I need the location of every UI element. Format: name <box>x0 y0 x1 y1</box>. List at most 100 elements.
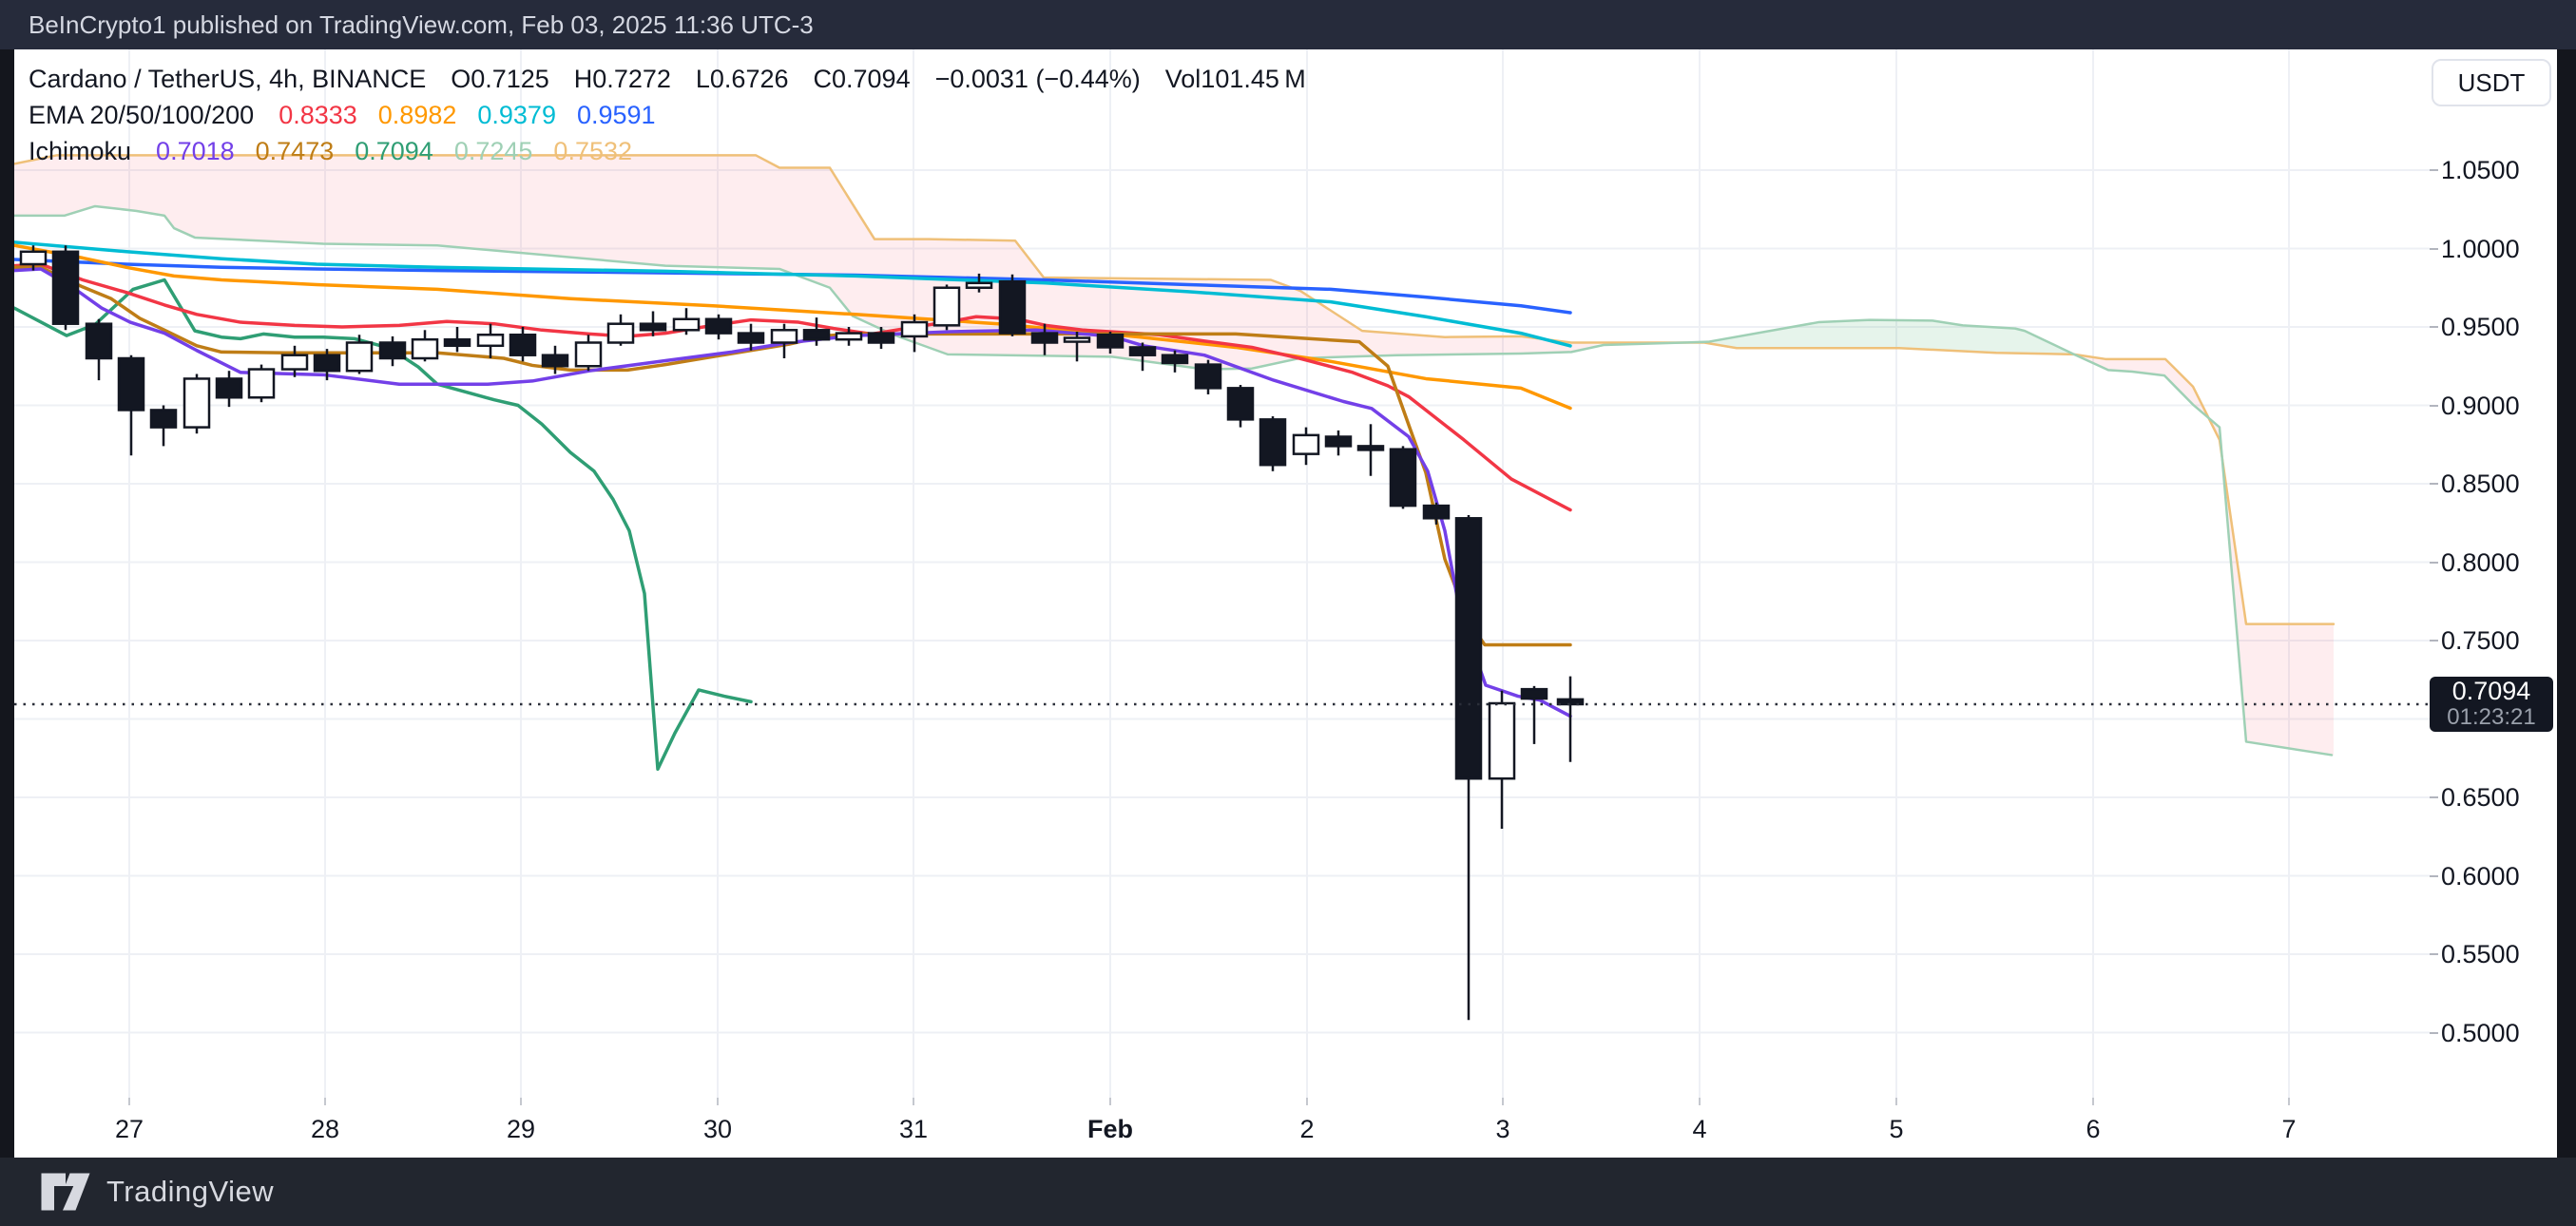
chart-plot-area[interactable] <box>14 49 2430 1098</box>
time-tick <box>1699 1098 1701 1105</box>
ohlc-token-6: Vol101.45 M <box>1165 65 1306 94</box>
time-tick <box>1895 1098 1897 1105</box>
price-label-0.5500: 0.5500 <box>2441 939 2520 969</box>
page-edge-left <box>0 49 14 1158</box>
ema-value-1: 0.8982 <box>378 101 457 130</box>
current-price-value: 0.7094 <box>2452 678 2531 705</box>
bar-countdown-timer: 01:23:21 <box>2447 705 2535 730</box>
candle-body <box>1228 388 1253 419</box>
candle-body <box>1490 703 1514 778</box>
tradingview-logo-icon <box>40 1172 91 1212</box>
candle-body <box>967 283 991 288</box>
candle-body <box>706 319 731 334</box>
time-axis[interactable]: 2728293031Feb234567 <box>14 1098 2430 1158</box>
candle-body <box>804 330 829 339</box>
time-label-4: 4 <box>1643 1115 1757 1144</box>
current-price-tag: 0.7094 01:23:21 <box>2430 677 2553 732</box>
candle-body <box>1098 335 1123 347</box>
candle-body <box>674 319 699 331</box>
candle-body <box>1130 347 1155 354</box>
ohlc-token-2: H0.7272 <box>574 65 671 94</box>
price-axis[interactable]: USDT 0.7094 01:23:21 1.05001.00000.95000… <box>2430 49 2557 1158</box>
candle-body <box>380 343 405 359</box>
page-edge-right <box>2557 49 2576 1158</box>
price-tick <box>2430 483 2438 485</box>
candle-body <box>1260 419 1285 465</box>
ema-20-line <box>14 264 1570 510</box>
time-tick <box>913 1098 914 1105</box>
time-label-27: 27 <box>72 1115 186 1144</box>
price-tick <box>2430 169 2438 171</box>
candle-body <box>1065 338 1089 342</box>
candle-body <box>1558 699 1583 704</box>
time-tick <box>1109 1098 1111 1105</box>
ema-value-0: 0.8333 <box>279 101 357 130</box>
candle-body <box>53 252 78 324</box>
price-tick <box>2430 953 2438 955</box>
time-label-30: 30 <box>661 1115 775 1144</box>
time-tick <box>324 1098 326 1105</box>
time-label-3: 3 <box>1446 1115 1560 1144</box>
candle-body <box>576 343 601 367</box>
time-label-6: 6 <box>2036 1115 2150 1144</box>
ema-indicator-row: EMA 20/50/100/200 0.83330.89820.93790.95… <box>29 97 1331 133</box>
candle-body <box>347 343 372 372</box>
tradingview-logo[interactable]: TradingView <box>40 1172 274 1212</box>
price-label-0.8500: 0.8500 <box>2441 469 2520 499</box>
time-tick <box>2092 1098 2094 1105</box>
price-label-0.6500: 0.6500 <box>2441 782 2520 813</box>
ichimoku-value-1: 0.7473 <box>256 137 335 166</box>
candle-body <box>217 378 241 397</box>
footer-bar: TradingView <box>0 1158 2576 1226</box>
time-label-2: 2 <box>1250 1115 1364 1144</box>
candle-body <box>641 324 665 331</box>
price-label-0.9500: 0.9500 <box>2441 312 2520 342</box>
price-label-0.7500: 0.7500 <box>2441 625 2520 656</box>
candle-body <box>772 330 797 342</box>
time-label-28: 28 <box>268 1115 382 1144</box>
time-label-7: 7 <box>2232 1115 2346 1144</box>
candle-body <box>1522 689 1547 699</box>
currency-toggle-button[interactable]: USDT <box>2432 59 2551 106</box>
candle-body <box>739 334 763 343</box>
ohlc-token-5: −0.0031 (−0.44%) <box>935 65 1141 94</box>
price-tick <box>2430 326 2438 328</box>
candle-body <box>1196 365 1221 389</box>
time-tick <box>1502 1098 1504 1105</box>
candle-body <box>543 355 567 367</box>
candle-body <box>1000 281 1025 333</box>
candle-body <box>902 322 927 336</box>
ichimoku-indicator-row: Ichimoku 0.70180.74730.70940.72450.7532 <box>29 133 1331 169</box>
time-label-5: 5 <box>1839 1115 1953 1144</box>
candle-body <box>315 355 339 372</box>
price-label-0.9000: 0.9000 <box>2441 391 2520 421</box>
candle-body <box>1358 446 1383 450</box>
time-tick <box>128 1098 130 1105</box>
price-label-0.6000: 0.6000 <box>2441 861 2520 891</box>
time-tick <box>717 1098 719 1105</box>
time-label-Feb: Feb <box>1053 1115 1167 1144</box>
ichimoku-value-0: 0.7018 <box>156 137 235 166</box>
candle-body <box>249 370 274 398</box>
candle-body <box>184 378 209 427</box>
symbol-title: Cardano / TetherUS, 4h, BINANCE <box>29 65 426 94</box>
candle-body <box>87 324 111 358</box>
ema-indicator-label: EMA 20/50/100/200 <box>29 101 254 130</box>
ohlc-token-3: L0.6726 <box>696 65 789 94</box>
candle-body <box>282 355 307 370</box>
time-tick <box>520 1098 522 1105</box>
time-label-29: 29 <box>464 1115 578 1144</box>
candle-body <box>1326 437 1351 447</box>
ichimoku-value-2: 0.7094 <box>355 137 433 166</box>
ohlc-token-4: C0.7094 <box>814 65 911 94</box>
price-tick <box>2430 248 2438 250</box>
price-label-0.5000: 0.5000 <box>2441 1018 2520 1048</box>
candle-body <box>478 335 503 346</box>
time-tick <box>2288 1098 2290 1105</box>
candle-body <box>21 252 46 264</box>
candle-body <box>1032 334 1057 343</box>
price-tick <box>2430 796 2438 798</box>
attribution-text: BeInCrypto1 published on TradingView.com… <box>29 10 814 39</box>
price-label-1.0000: 1.0000 <box>2441 234 2520 264</box>
candle-body <box>1391 450 1415 506</box>
